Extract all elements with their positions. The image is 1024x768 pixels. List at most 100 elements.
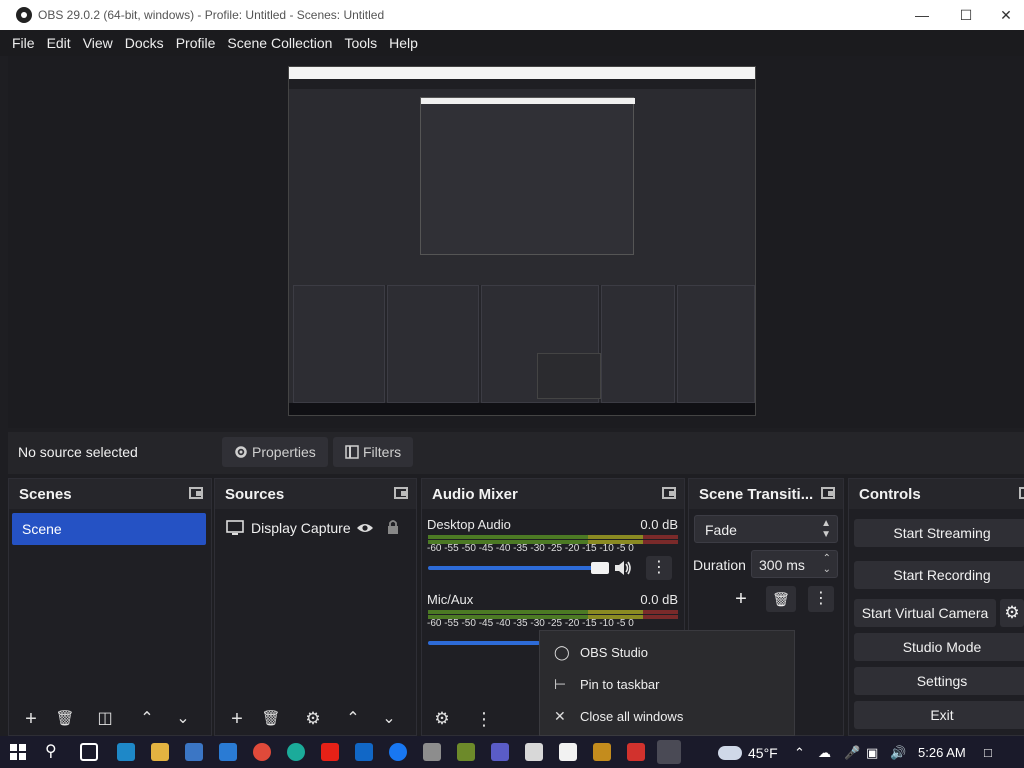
duration-spinbox[interactable]: 300 ms ⌃ ⌄ bbox=[751, 550, 838, 578]
menu-file[interactable]: File bbox=[6, 30, 41, 56]
menu-edit[interactable]: Edit bbox=[41, 30, 77, 56]
clock-time[interactable]: 5:26 AM bbox=[918, 745, 966, 760]
notifications-icon[interactable]: □ bbox=[984, 745, 992, 760]
amazon-icon[interactable] bbox=[423, 743, 441, 761]
add-source-button[interactable]: + bbox=[225, 707, 249, 731]
app-icon[interactable] bbox=[593, 743, 611, 761]
youtube-icon[interactable] bbox=[321, 743, 339, 761]
menu-view[interactable]: View bbox=[77, 30, 119, 56]
scene-list-item[interactable]: Scene bbox=[12, 513, 206, 545]
select-arrows-icon: ▲ ▼ bbox=[821, 518, 831, 540]
source-list-item[interactable]: Display Capture bbox=[251, 520, 351, 536]
close-button[interactable]: ✕ bbox=[988, 0, 1024, 30]
jump-list-close-all-windows[interactable]: Close all windows bbox=[580, 709, 683, 724]
exit-button[interactable]: Exit bbox=[854, 701, 1024, 729]
start-virtual-camera-button[interactable]: Start Virtual Camera bbox=[854, 599, 996, 627]
windows-start-icon[interactable] bbox=[9, 743, 27, 761]
app-icon[interactable] bbox=[491, 743, 509, 761]
controls-title: Controls bbox=[859, 486, 921, 503]
settings-button[interactable]: Settings bbox=[854, 667, 1024, 695]
start-recording-button[interactable]: Start Recording bbox=[854, 561, 1024, 589]
pin-icon: ⊢ bbox=[554, 676, 567, 692]
volume-slider-handle[interactable] bbox=[591, 562, 609, 574]
minimize-button[interactable]: — bbox=[900, 0, 944, 30]
facebook-icon[interactable] bbox=[389, 743, 407, 761]
word-icon[interactable] bbox=[559, 743, 577, 761]
properties-button[interactable]: Properties bbox=[222, 437, 328, 467]
menu-help[interactable]: Help bbox=[383, 30, 424, 56]
file-explorer-icon[interactable] bbox=[151, 743, 169, 761]
menu-scene-collection[interactable]: Scene Collection bbox=[221, 30, 338, 56]
transition-menu-button[interactable]: ⋮ bbox=[808, 586, 834, 612]
preview-nested-dock bbox=[677, 285, 755, 403]
chrome-icon[interactable] bbox=[253, 743, 271, 761]
move-up-button[interactable]: ⌃ bbox=[135, 707, 159, 731]
menu-docks[interactable]: Docks bbox=[119, 30, 170, 56]
monitor-icon bbox=[226, 520, 244, 535]
advanced-audio-properties-button[interactable]: ⚙ bbox=[430, 707, 454, 731]
move-up-button[interactable]: ⌃ bbox=[341, 707, 365, 731]
outlook-icon[interactable] bbox=[355, 743, 373, 761]
undock-icon[interactable] bbox=[821, 487, 835, 499]
obs-taskbar-icon[interactable] bbox=[657, 740, 681, 764]
remove-scene-button[interactable]: 🗑 bbox=[53, 707, 77, 731]
task-view-icon[interactable] bbox=[80, 743, 98, 761]
notes-icon[interactable] bbox=[457, 743, 475, 761]
sources-title: Sources bbox=[225, 486, 285, 503]
onedrive-icon[interactable]: ☁ bbox=[818, 745, 831, 761]
channel-db: 0.0 dB bbox=[640, 517, 678, 532]
speaker-icon[interactable] bbox=[614, 560, 632, 576]
weather-cloud-icon bbox=[718, 746, 742, 760]
mail-icon[interactable] bbox=[219, 743, 237, 761]
move-down-button[interactable]: ⌄ bbox=[171, 707, 195, 731]
undock-icon[interactable] bbox=[662, 487, 676, 499]
remove-source-button[interactable]: 🗑 bbox=[259, 707, 283, 731]
menu-profile[interactable]: Profile bbox=[170, 30, 222, 56]
scenes-title: Scenes bbox=[19, 486, 72, 503]
remove-transition-button[interactable]: 🗑 bbox=[766, 586, 796, 612]
undock-icon[interactable] bbox=[394, 487, 408, 499]
transition-select[interactable]: Fade ▲ ▼ bbox=[694, 515, 838, 543]
volume-slider[interactable] bbox=[428, 641, 540, 645]
channel-menu-button[interactable]: ⋮ bbox=[646, 556, 672, 580]
lock-icon[interactable] bbox=[386, 519, 400, 535]
scene-filters-button[interactable]: ◫ bbox=[93, 707, 117, 731]
studio-mode-button[interactable]: Studio Mode bbox=[854, 633, 1024, 661]
close-icon: ✕ bbox=[554, 708, 566, 724]
audio-mixer-menu-button[interactable]: ⋮ bbox=[472, 707, 496, 731]
add-scene-button[interactable]: + bbox=[19, 707, 43, 731]
weather-temp[interactable]: 45°F bbox=[748, 745, 778, 761]
preview-nested-dock bbox=[601, 285, 675, 403]
notepad-icon[interactable] bbox=[525, 743, 543, 761]
filters-button[interactable]: Filters bbox=[333, 437, 414, 467]
eye-icon[interactable] bbox=[356, 521, 374, 535]
jump-list-obs-studio[interactable]: OBS Studio bbox=[580, 645, 648, 660]
duration-value: 300 ms bbox=[759, 557, 805, 573]
undock-icon[interactable] bbox=[1019, 487, 1024, 499]
store-icon[interactable] bbox=[185, 743, 203, 761]
edge-icon[interactable] bbox=[117, 743, 135, 761]
menu-bar: File Edit View Docks Profile Scene Collection… bbox=[0, 30, 1024, 56]
volume-icon[interactable]: 🔊 bbox=[890, 745, 906, 761]
jump-list-pin-to-taskbar[interactable]: Pin to taskbar bbox=[580, 677, 660, 692]
chevron-up-icon[interactable]: ⌃ bbox=[794, 745, 805, 761]
preview-nested-titlebar bbox=[289, 67, 755, 79]
add-transition-button[interactable]: + bbox=[726, 586, 756, 612]
source-properties-button[interactable]: ⚙ bbox=[301, 707, 325, 731]
channel-name: Mic/Aux bbox=[427, 592, 474, 607]
search-icon[interactable]: ⚲ bbox=[45, 743, 63, 761]
virtual-camera-settings-button[interactable]: ⚙ bbox=[1000, 599, 1024, 627]
network-icon[interactable]: ▣ bbox=[866, 745, 878, 761]
maximize-button[interactable]: ☐ bbox=[944, 0, 988, 30]
volume-slider[interactable] bbox=[428, 566, 606, 570]
undock-icon[interactable] bbox=[189, 487, 203, 499]
edge-dev-icon[interactable] bbox=[287, 743, 305, 761]
app-icon[interactable] bbox=[627, 743, 645, 761]
meter-ticks: -60 -55 -50 -45 -40 -35 -30 -25 -20 -15 … bbox=[427, 543, 634, 554]
preview-display-capture[interactable] bbox=[288, 66, 756, 416]
microphone-icon[interactable]: 🎤 bbox=[844, 745, 860, 761]
filter-icon bbox=[345, 445, 359, 459]
move-down-button[interactable]: ⌄ bbox=[377, 707, 401, 731]
menu-tools[interactable]: Tools bbox=[338, 30, 383, 56]
start-streaming-button[interactable]: Start Streaming bbox=[854, 519, 1024, 547]
